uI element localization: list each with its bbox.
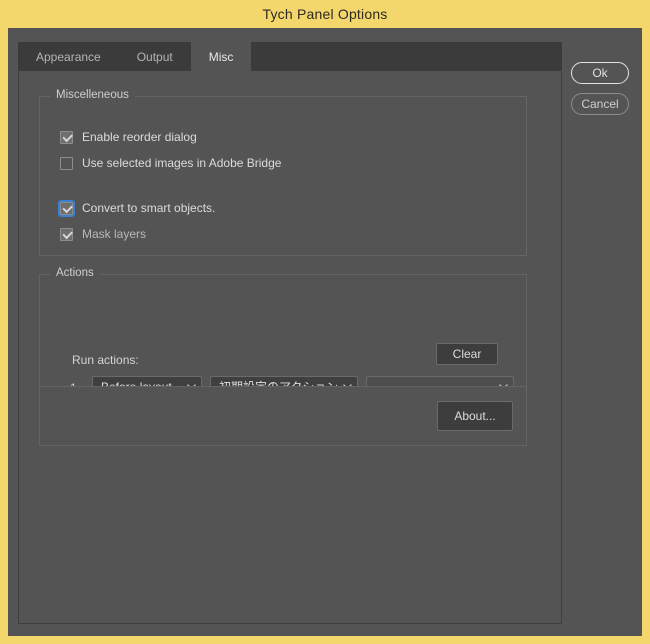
ok-button-label: Ok	[592, 66, 608, 80]
checkbox-use-selected-images-in-adobe-bridge[interactable]	[60, 156, 73, 170]
titlebar: Tych Panel Options	[0, 0, 650, 28]
clear-button[interactable]: Clear	[436, 343, 498, 365]
miscelleneous-group-legend: Miscelleneous	[50, 89, 135, 101]
tab-output-label: Output	[136, 49, 173, 64]
dialog-body: Appearance Output Misc Miscelleneous Ena…	[8, 28, 642, 636]
checkbox-enable-reorder-dialog-label: Enable reorder dialog	[82, 130, 197, 144]
tab-misc[interactable]: Misc	[190, 42, 252, 71]
tab-strip: Appearance Output Misc	[18, 42, 562, 71]
miscelleneous-group: Miscelleneous Enable reorder dialog Use …	[39, 89, 527, 256]
checkbox-use-selected-images-label: Use selected images in Adobe Bridge	[82, 156, 282, 170]
about-button[interactable]: About...	[437, 401, 513, 431]
dialog-window: Tych Panel Options Appearance Output Mis…	[0, 0, 650, 644]
cancel-button-label: Cancel	[581, 97, 619, 111]
checkbox-row-mask-layers[interactable]: Mask layers	[60, 226, 146, 242]
checkbox-convert-to-smart-objects[interactable]	[58, 199, 75, 217]
cancel-button[interactable]: Cancel	[571, 93, 629, 115]
about-button-label: About...	[454, 409, 496, 423]
run-actions-label: Run actions:	[72, 353, 139, 367]
clear-button-label: Clear	[452, 347, 482, 361]
checkbox-row-enable-reorder-dialog[interactable]: Enable reorder dialog	[60, 129, 197, 145]
checkbox-convert-to-smart-objects-label: Convert to smart objects.	[82, 201, 216, 215]
about-group: About...	[39, 386, 527, 446]
tab-appearance-label: Appearance	[36, 49, 101, 64]
tab-output[interactable]: Output	[118, 42, 191, 71]
tab-content-misc: Miscelleneous Enable reorder dialog Use …	[18, 71, 562, 624]
tab-panel: Appearance Output Misc Miscelleneous Ena…	[18, 42, 562, 624]
checkbox-mask-layers[interactable]	[60, 227, 73, 241]
actions-group-legend: Actions	[50, 267, 100, 279]
tab-appearance[interactable]: Appearance	[18, 42, 119, 71]
checkbox-enable-reorder-dialog[interactable]	[60, 130, 73, 144]
checkbox-mask-layers-label: Mask layers	[82, 227, 147, 241]
window-title: Tych Panel Options	[262, 6, 388, 22]
checkbox-row-convert-to-smart-objects[interactable]: Convert to smart objects.	[58, 199, 216, 217]
ok-button[interactable]: Ok	[571, 62, 629, 84]
tab-misc-label: Misc	[208, 49, 234, 64]
checkbox-row-use-selected-images[interactable]: Use selected images in Adobe Bridge	[60, 155, 281, 171]
